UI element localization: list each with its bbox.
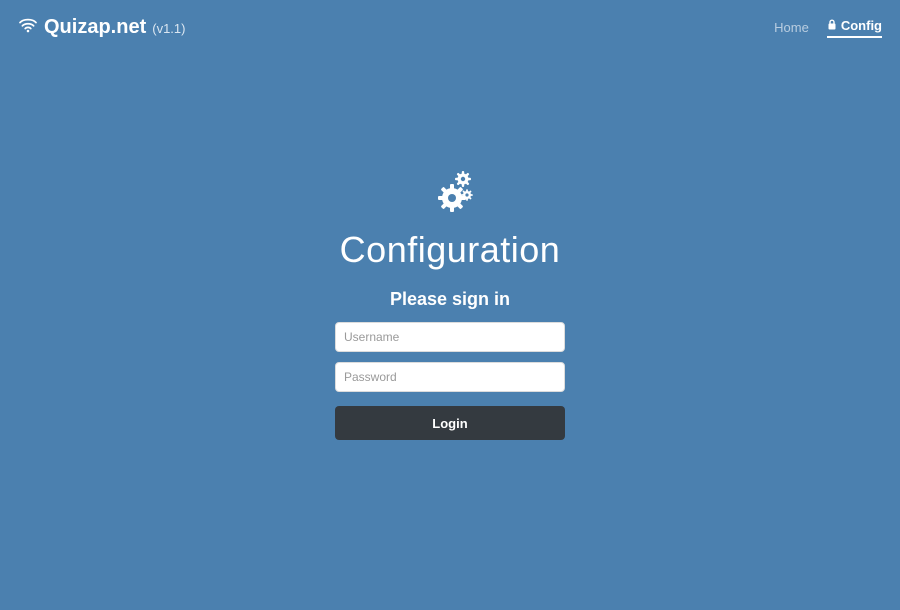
navbar: Quizap.net (v1.1) Home Config [0, 0, 900, 51]
gears-icon [426, 170, 474, 219]
signin-label: Please sign in [390, 289, 510, 310]
brand[interactable]: Quizap.net (v1.1) [18, 16, 185, 39]
brand-version: (v1.1) [152, 21, 185, 36]
wifi-icon [18, 16, 38, 39]
login-button[interactable]: Login [335, 406, 565, 440]
nav-link-config[interactable]: Config [827, 18, 882, 38]
nav-links: Home Config [774, 18, 882, 38]
main-content: Configuration Please sign in Login [0, 170, 900, 440]
login-form: Login [335, 322, 565, 440]
brand-name: Quizap.net [44, 16, 146, 39]
nav-link-config-label: Config [841, 18, 882, 33]
page-title: Configuration [340, 229, 561, 271]
nav-link-home[interactable]: Home [774, 20, 809, 35]
username-input[interactable] [335, 322, 565, 352]
password-input[interactable] [335, 362, 565, 392]
lock-icon [827, 18, 837, 33]
brand-main: Quizap.net [18, 16, 146, 39]
